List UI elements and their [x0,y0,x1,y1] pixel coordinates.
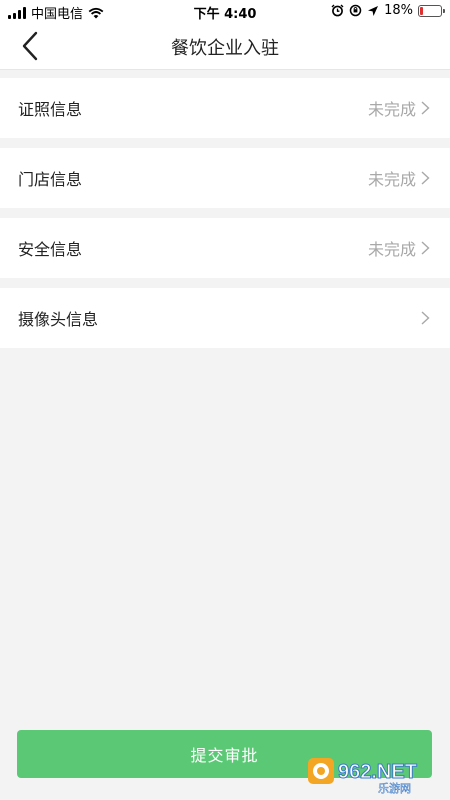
svg-text:乐游网: 乐游网 [378,782,411,795]
menu-item-safety-info[interactable]: 安全信息 未完成 [0,218,450,278]
chevron-right-icon [421,241,430,255]
watermark-logo: 962.NET 乐游网 [308,758,417,795]
battery-percent: 18% [384,3,413,18]
menu-item-store-info[interactable]: 门店信息 未完成 [0,148,450,208]
menu-item-label: 安全信息 [18,240,83,259]
menu-item-camera-info[interactable]: 摄像头信息 [0,288,450,348]
menu-item-label: 证照信息 [18,100,83,119]
menu-item-status-group [416,311,430,325]
alarm-icon [331,4,344,17]
chevron-right-icon [421,101,430,115]
menu-item-status-group: 未完成 [368,236,430,260]
menu-item-license-info[interactable]: 证照信息 未完成 [0,78,450,138]
svg-text:962.NET: 962.NET [338,761,417,783]
menu-item-label: 门店信息 [18,170,83,189]
status-right: 18% [331,3,445,18]
menu-item-status-group: 未完成 [368,96,430,120]
menu-item-label: 摄像头信息 [18,310,99,329]
battery-level-fill [420,6,423,15]
orientation-lock-icon [349,4,362,17]
status-label: 未完成 [367,170,416,189]
battery-icon [418,4,445,17]
menu-list: 证照信息 未完成 门店信息 未完成 安全信息 未完成 摄像头信息 [0,78,450,358]
chevron-right-icon [421,311,430,325]
location-arrow-icon [368,5,379,16]
navigation-bar: 餐饮企业入驻 [0,22,450,70]
page-title: 餐饮企业入驻 [171,38,279,59]
status-label: 未完成 [367,240,416,259]
chevron-right-icon [421,171,430,185]
status-label: 未完成 [367,100,416,119]
status-bar: 中国电信 下午 4:40 18% [0,0,450,22]
menu-item-status-group: 未完成 [368,166,430,190]
